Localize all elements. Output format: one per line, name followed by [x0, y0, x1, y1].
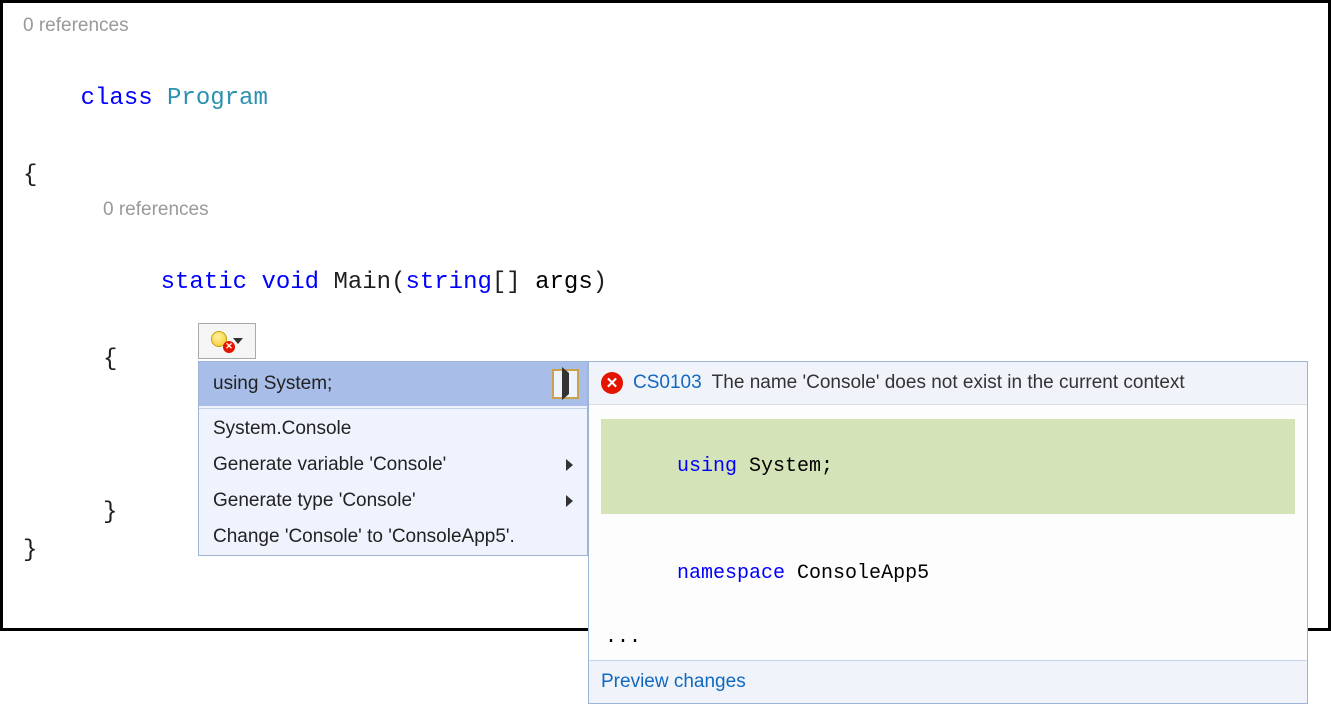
quickfix-item-label: Generate variable 'Console' [213, 454, 446, 476]
codelens-references[interactable]: 0 references [23, 195, 1308, 225]
preview-panel: ✕ CS0103 The name 'Console' does not exi… [588, 361, 1308, 704]
quickfix-menu: using System; System.Console Generate va… [198, 361, 588, 556]
codelens-references[interactable]: 0 references [23, 11, 1308, 41]
preview-added-line: using System; [601, 419, 1295, 514]
code-line: class Program [23, 41, 1308, 156]
menu-separator [199, 408, 587, 409]
quickfix-item-label: using System; [213, 373, 332, 395]
preview-context-line: namespace ConsoleApp5 [601, 526, 1295, 621]
quickfix-item-using-system[interactable]: using System; [199, 362, 587, 406]
quickfix-item-generate-type[interactable]: Generate type 'Console' [199, 483, 587, 519]
error-icon: ✕ [601, 372, 623, 394]
code-line: { [23, 157, 1308, 195]
submenu-indicator[interactable] [552, 369, 579, 399]
preview-header: ✕ CS0103 The name 'Console' does not exi… [589, 362, 1307, 405]
quickfix-item-label: Change 'Console' to 'ConsoleApp5'. [213, 526, 515, 548]
lightbulb-error-icon: ✕ [211, 331, 231, 351]
error-message: The name 'Console' does not exist in the… [712, 372, 1185, 394]
chevron-right-icon [566, 495, 573, 507]
chevron-down-icon [233, 338, 243, 344]
error-code[interactable]: CS0103 [633, 372, 702, 394]
preview-changes-link[interactable]: Preview changes [589, 660, 1307, 703]
quickfix-item-change-to[interactable]: Change 'Console' to 'ConsoleApp5'. [199, 519, 587, 555]
preview-ellipsis: ... [601, 621, 1295, 654]
lightbulb-button[interactable]: ✕ [198, 323, 256, 359]
quickfix-item-label: System.Console [213, 418, 351, 440]
quickfix-item-label: Generate type 'Console' [213, 490, 416, 512]
quickfix-item-system-console[interactable]: System.Console [199, 411, 587, 447]
preview-body: using System; namespace ConsoleApp5 ... [589, 405, 1307, 660]
chevron-right-icon [562, 367, 569, 400]
chevron-right-icon [566, 459, 573, 471]
quickfix-item-generate-variable[interactable]: Generate variable 'Console' [199, 447, 587, 483]
